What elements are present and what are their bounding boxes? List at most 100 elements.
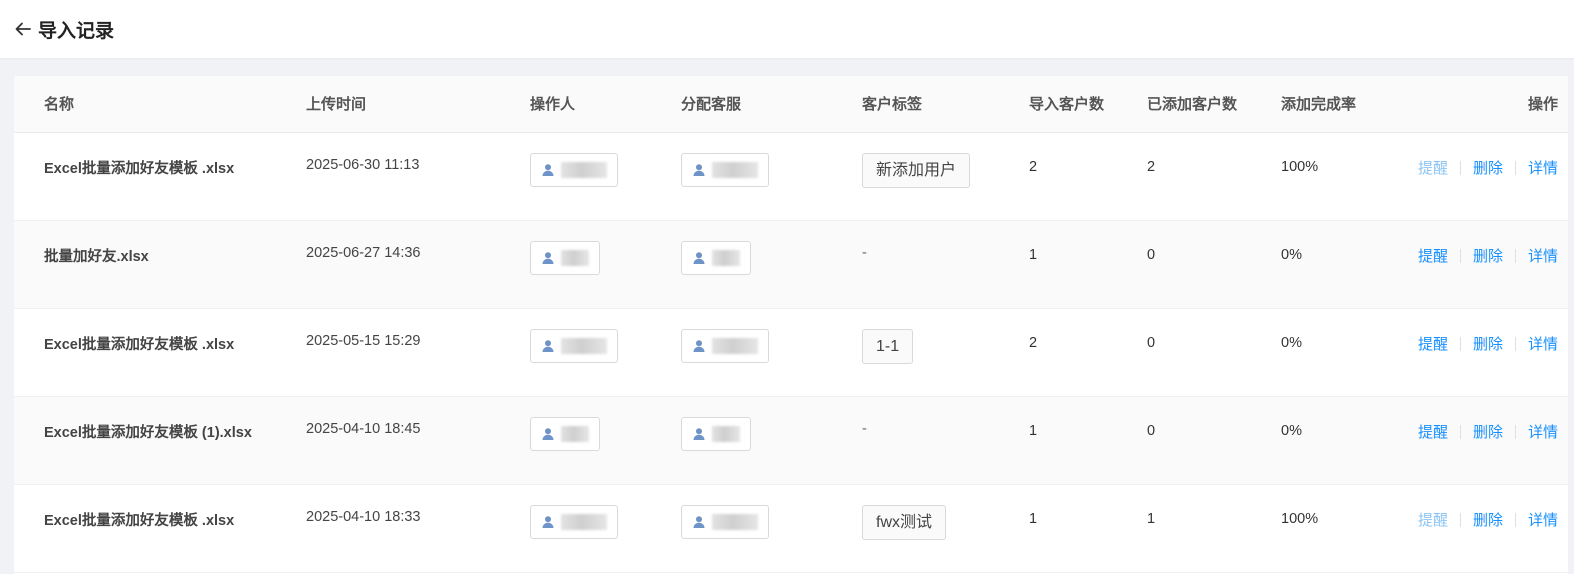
customer-tag-cell: 1-1 bbox=[862, 308, 1029, 397]
actions-cell: 提醒 删除 详情 bbox=[1391, 396, 1568, 485]
divider bbox=[1514, 248, 1516, 263]
completion-rate: 0% bbox=[1281, 396, 1391, 485]
customer-tag-cell: fwx测试 bbox=[862, 484, 1029, 573]
table-row: 批量加好友.xlsx 2025-06-27 14:36 - 1 0 0% 提醒 删除 详情 bbox=[14, 220, 1568, 309]
agent-name-redacted bbox=[712, 249, 740, 266]
agent-name-redacted bbox=[712, 161, 758, 178]
delete-link[interactable]: 删除 bbox=[1473, 336, 1503, 353]
operator-name-redacted bbox=[561, 513, 607, 530]
tag-empty: - bbox=[862, 244, 867, 261]
upload-time: 2025-04-10 18:45 bbox=[306, 396, 530, 485]
assigned-agent-cell bbox=[681, 220, 862, 309]
assigned-agent-cell bbox=[681, 396, 862, 485]
import-records-table-card: 名称 上传时间 操作人 分配客服 客户标签 导入客户数 已添加客户数 添加完成率… bbox=[14, 76, 1568, 574]
added-count: 2 bbox=[1147, 132, 1281, 221]
delete-link[interactable]: 删除 bbox=[1473, 160, 1503, 177]
file-name: Excel批量添加好友模板 .xlsx bbox=[14, 132, 306, 221]
actions-cell: 提醒 删除 详情 bbox=[1391, 220, 1568, 309]
assigned-agent-cell bbox=[681, 132, 862, 221]
customer-tag-cell: 新添加用户 bbox=[862, 132, 1029, 221]
operator-cell bbox=[530, 484, 681, 573]
column-header-completion-rate: 添加完成率 bbox=[1281, 76, 1391, 133]
file-name: Excel批量添加好友模板 (1).xlsx bbox=[14, 396, 306, 485]
detail-link[interactable]: 详情 bbox=[1528, 512, 1558, 529]
divider bbox=[1459, 424, 1461, 439]
operator-name-redacted bbox=[561, 161, 607, 178]
completion-rate: 0% bbox=[1281, 220, 1391, 309]
assigned-agent-chip bbox=[681, 504, 769, 539]
user-icon bbox=[692, 163, 706, 177]
column-header-customer-tag: 客户标签 bbox=[862, 76, 1029, 133]
table-row: Excel批量添加好友模板 .xlsx 2025-06-30 11:13 新添加用户… bbox=[14, 132, 1568, 221]
customer-tag-cell: - bbox=[862, 396, 1029, 485]
operator-name-redacted bbox=[561, 249, 589, 266]
assigned-agent-cell bbox=[681, 308, 862, 397]
added-count: 0 bbox=[1147, 220, 1281, 309]
table-row: Excel批量添加好友模板 .xlsx 2025-04-10 18:33 fwx测试… bbox=[14, 484, 1568, 573]
actions-cell: 提醒 删除 详情 bbox=[1391, 132, 1568, 221]
user-icon bbox=[692, 339, 706, 353]
operator-chip bbox=[530, 504, 618, 539]
operator-chip bbox=[530, 416, 600, 451]
arrow-left-icon[interactable] bbox=[12, 18, 34, 40]
operator-cell bbox=[530, 220, 681, 309]
agent-name-redacted bbox=[712, 337, 758, 354]
remind-link[interactable]: 提醒 bbox=[1418, 336, 1448, 353]
divider bbox=[1459, 160, 1461, 175]
column-header-imported-count: 导入客户数 bbox=[1029, 76, 1147, 133]
detail-link[interactable]: 详情 bbox=[1528, 248, 1558, 265]
operator-name-redacted bbox=[561, 337, 607, 354]
table-header-row: 名称 上传时间 操作人 分配客服 客户标签 导入客户数 已添加客户数 添加完成率… bbox=[14, 76, 1568, 133]
completion-rate: 100% bbox=[1281, 484, 1391, 573]
operator-cell bbox=[530, 132, 681, 221]
upload-time: 2025-06-30 11:13 bbox=[306, 132, 530, 221]
detail-link[interactable]: 详情 bbox=[1528, 160, 1558, 177]
operator-cell bbox=[530, 308, 681, 397]
remind-link[interactable]: 提醒 bbox=[1418, 248, 1448, 265]
assigned-agent-cell bbox=[681, 484, 862, 573]
delete-link[interactable]: 删除 bbox=[1473, 512, 1503, 529]
page-header: 导入记录 bbox=[0, 0, 1574, 58]
completion-rate: 100% bbox=[1281, 132, 1391, 221]
delete-link[interactable]: 删除 bbox=[1473, 424, 1503, 441]
assigned-agent-chip bbox=[681, 152, 769, 187]
added-count: 0 bbox=[1147, 396, 1281, 485]
remind-link[interactable]: 提醒 bbox=[1418, 424, 1448, 441]
divider bbox=[1514, 512, 1516, 527]
user-icon bbox=[692, 427, 706, 441]
detail-link[interactable]: 详情 bbox=[1528, 336, 1558, 353]
page-title: 导入记录 bbox=[38, 20, 115, 42]
completion-rate: 0% bbox=[1281, 308, 1391, 397]
customer-tag-cell: - bbox=[862, 220, 1029, 309]
user-icon bbox=[692, 251, 706, 265]
operator-cell bbox=[530, 396, 681, 485]
user-icon bbox=[541, 339, 555, 353]
divider bbox=[1459, 336, 1461, 351]
file-name: Excel批量添加好友模板 .xlsx bbox=[14, 308, 306, 397]
column-header-name: 名称 bbox=[14, 76, 306, 133]
divider bbox=[1514, 424, 1516, 439]
remind-link: 提醒 bbox=[1417, 511, 1448, 529]
divider bbox=[1459, 248, 1461, 263]
imported-count: 2 bbox=[1029, 132, 1147, 221]
imported-count: 1 bbox=[1029, 220, 1147, 309]
user-icon bbox=[541, 515, 555, 529]
user-icon bbox=[541, 251, 555, 265]
detail-link[interactable]: 详情 bbox=[1528, 424, 1558, 441]
import-records-table: 名称 上传时间 操作人 分配客服 客户标签 导入客户数 已添加客户数 添加完成率… bbox=[14, 76, 1568, 573]
imported-count: 2 bbox=[1029, 308, 1147, 397]
added-count: 0 bbox=[1147, 308, 1281, 397]
remind-link: 提醒 bbox=[1417, 159, 1448, 177]
actions-cell: 提醒 删除 详情 bbox=[1391, 308, 1568, 397]
agent-name-redacted bbox=[712, 513, 758, 530]
imported-count: 1 bbox=[1029, 396, 1147, 485]
column-header-added-count: 已添加客户数 bbox=[1147, 76, 1281, 133]
assigned-agent-chip bbox=[681, 416, 751, 451]
column-header-actions: 操作 bbox=[1391, 76, 1568, 133]
operator-chip bbox=[530, 328, 618, 363]
customer-tag-chip: 新添加用户 bbox=[862, 152, 971, 188]
user-icon bbox=[541, 427, 555, 441]
delete-link[interactable]: 删除 bbox=[1473, 248, 1503, 265]
column-header-assigned-agent: 分配客服 bbox=[681, 76, 862, 133]
column-header-operator: 操作人 bbox=[530, 76, 681, 133]
